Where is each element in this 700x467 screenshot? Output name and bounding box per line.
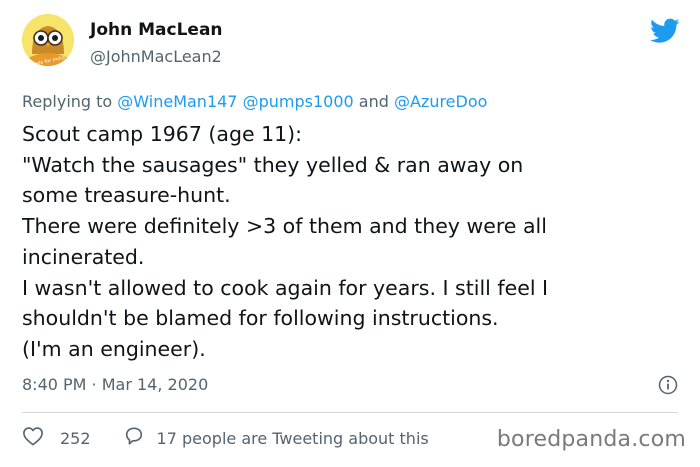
- tweet-text: Scout camp 1967 (age 11): "Watch the sau…: [22, 119, 682, 365]
- action-bar: 252 17 people are Tweeting about this: [22, 426, 429, 450]
- tweeting-text: 17 people are Tweeting about this: [156, 428, 429, 448]
- tweet-line: There were definitely >3 of them and the…: [22, 214, 547, 239]
- replying-joiner: and: [358, 92, 389, 111]
- twitter-bird-icon: [650, 18, 680, 44]
- tweet-line: shouldn't be blamed for following instru…: [22, 306, 499, 331]
- replying-prefix: Replying to: [22, 92, 113, 111]
- tweeting-link[interactable]: 17 people are Tweeting about this: [123, 426, 429, 450]
- divider: [22, 412, 678, 413]
- speech-bubble-icon: [123, 426, 145, 450]
- owl-avatar-image: Owls for India: [22, 14, 74, 66]
- watermark: boredpanda.com: [496, 427, 686, 452]
- info-icon[interactable]: [658, 375, 678, 395]
- tweet-line: some treasure-hunt.: [22, 183, 231, 208]
- tweet-line: incinerated.: [22, 244, 145, 269]
- heart-icon: [22, 426, 44, 450]
- mention-link[interactable]: @WineMan147: [117, 92, 237, 111]
- mention-link[interactable]: @pumps1000: [243, 92, 354, 111]
- tweet-line: I wasn't allowed to cook again for years…: [22, 275, 549, 300]
- tweet-line: Scout camp 1967 (age 11):: [22, 122, 303, 146]
- user-handle[interactable]: @JohnMacLean2: [90, 47, 222, 66]
- tweet-line: (I'm an engineer).: [22, 336, 206, 361]
- display-name[interactable]: John MacLean: [90, 20, 223, 40]
- tweet-line: "Watch the sausages" they yelled & ran a…: [22, 152, 524, 177]
- replying-to: Replying to @WineMan147 @pumps1000 and @…: [22, 92, 487, 111]
- tweet-timestamp[interactable]: 8:40 PM · Mar 14, 2020: [22, 375, 208, 394]
- mention-link[interactable]: @AzureDoo: [394, 92, 487, 111]
- avatar[interactable]: Owls for India: [22, 14, 74, 66]
- like-count: 252: [60, 428, 91, 448]
- like-button[interactable]: 252: [22, 426, 91, 450]
